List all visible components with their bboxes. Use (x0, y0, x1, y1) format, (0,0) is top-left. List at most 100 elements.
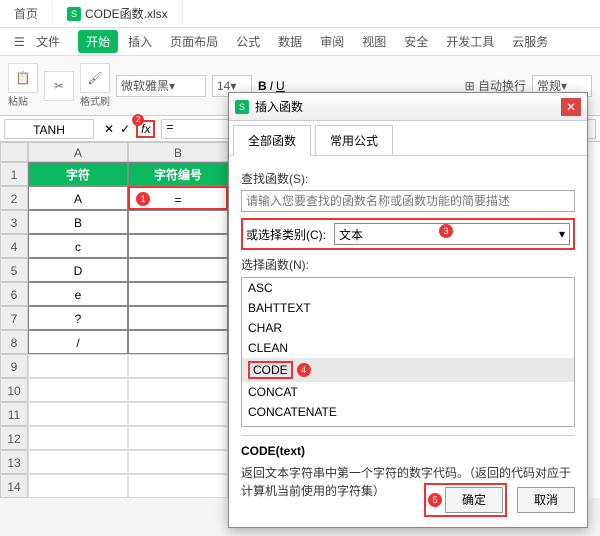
menu-formula[interactable]: 公式 (228, 30, 268, 53)
menu-file[interactable]: ☰ 文件 (6, 30, 76, 53)
row-header[interactable]: 13 (0, 450, 28, 474)
function-item[interactable]: BAHTTEXT (242, 298, 574, 318)
row-header[interactable]: 10 (0, 378, 28, 402)
accept-formula-icon[interactable]: ✓ (120, 122, 130, 136)
row-header[interactable]: 6 (0, 282, 28, 306)
menu-layout[interactable]: 页面布局 (162, 30, 226, 53)
cell[interactable] (28, 378, 128, 402)
row-header[interactable]: 12 (0, 426, 28, 450)
tab-all-functions[interactable]: 全部函数 (233, 125, 311, 156)
cancel-button[interactable]: 取消 (517, 487, 575, 513)
row-header[interactable]: 3 (0, 210, 28, 234)
function-item[interactable]: CODE4 (242, 358, 574, 382)
insert-function-button[interactable]: 2 fx (136, 120, 155, 138)
function-list-label: 选择函数(N): (241, 256, 575, 273)
cell[interactable] (128, 474, 228, 498)
underline-button[interactable]: U (276, 79, 285, 93)
bold-button[interactable]: B (258, 79, 267, 93)
cell[interactable] (128, 450, 228, 474)
fmt-label: 格式刷 (80, 93, 110, 108)
function-signature: CODE(text) (241, 444, 305, 458)
col-header[interactable]: A (28, 142, 128, 162)
menu-start[interactable]: 开始 (78, 30, 118, 53)
col-header[interactable]: B (128, 142, 228, 162)
row-header[interactable]: 9 (0, 354, 28, 378)
tab-document[interactable]: S CODE函数.xlsx (53, 1, 183, 26)
menu-data[interactable]: 数据 (270, 30, 310, 53)
paste-label: 粘贴 (8, 93, 38, 108)
cell[interactable]: c (28, 234, 128, 258)
spreadsheet-icon: S (235, 100, 249, 114)
row-header[interactable]: 1 (0, 162, 28, 186)
function-item[interactable]: CONCAT (242, 382, 574, 402)
row-header[interactable]: 2 (0, 186, 28, 210)
doc-name: CODE函数.xlsx (85, 5, 168, 22)
menu-dev[interactable]: 开发工具 (438, 30, 502, 53)
function-item[interactable]: CHAR (242, 318, 574, 338)
marker-1: 1 (136, 192, 150, 206)
search-label: 查找函数(S): (241, 170, 575, 187)
cell[interactable] (128, 210, 228, 234)
cell[interactable]: B (28, 210, 128, 234)
cell[interactable] (128, 354, 228, 378)
ok-button[interactable]: 确定 (445, 487, 503, 513)
row-header[interactable]: 14 (0, 474, 28, 498)
cell[interactable] (128, 402, 228, 426)
menu-cloud[interactable]: 云服务 (504, 30, 556, 53)
function-item[interactable]: DOLLAR (242, 422, 574, 427)
menu-security[interactable]: 安全 (396, 30, 436, 53)
cell[interactable] (28, 450, 128, 474)
marker-5: 5 (428, 493, 442, 507)
close-icon[interactable]: ✕ (561, 98, 581, 116)
menu-insert[interactable]: 插入 (120, 30, 160, 53)
cell[interactable] (128, 426, 228, 450)
cell[interactable] (128, 258, 228, 282)
row-header[interactable]: 8 (0, 330, 28, 354)
name-box[interactable]: TANH (4, 119, 94, 139)
cell[interactable] (128, 330, 228, 354)
search-input[interactable] (241, 190, 575, 212)
cell[interactable]: D (28, 258, 128, 282)
row-header[interactable]: 7 (0, 306, 28, 330)
function-item[interactable]: ASC (242, 278, 574, 298)
category-label: 或选择类别(C): (246, 226, 326, 243)
chevron-down-icon: ▾ (559, 227, 565, 241)
menu-view[interactable]: 视图 (354, 30, 394, 53)
cut-button[interactable]: ✂ (44, 71, 74, 101)
paste-button[interactable]: 📋 (8, 63, 38, 93)
dialog-title: 插入函数 (255, 98, 303, 115)
tab-common-formulas[interactable]: 常用公式 (315, 125, 393, 156)
insert-function-dialog: S 插入函数 ✕ 全部函数 常用公式 查找函数(S): 或选择类别(C): 文本… (228, 92, 588, 528)
cell[interactable] (28, 474, 128, 498)
marker-4: 4 (297, 363, 311, 377)
cancel-formula-icon[interactable]: ✕ (104, 122, 114, 136)
cell[interactable] (128, 234, 228, 258)
font-combo[interactable]: 微软雅黑 ▾ (116, 75, 206, 97)
marker-2: 2 (132, 114, 144, 126)
italic-button[interactable]: I (270, 79, 273, 93)
cell[interactable] (28, 402, 128, 426)
cell[interactable]: 字符编号 (128, 162, 228, 186)
cell[interactable] (128, 306, 228, 330)
cell[interactable]: 1= (128, 186, 228, 210)
cell[interactable]: A (28, 186, 128, 210)
cell[interactable]: / (28, 330, 128, 354)
function-item[interactable]: CONCATENATE (242, 402, 574, 422)
cell[interactable] (128, 378, 228, 402)
cell[interactable] (28, 426, 128, 450)
tab-home[interactable]: 首页 (0, 1, 53, 26)
menu-review[interactable]: 审阅 (312, 30, 352, 53)
cell[interactable]: 字符 (28, 162, 128, 186)
cell[interactable]: ? (28, 306, 128, 330)
row-header[interactable]: 5 (0, 258, 28, 282)
function-item[interactable]: CLEAN (242, 338, 574, 358)
cell[interactable] (28, 354, 128, 378)
function-list[interactable]: ASCBAHTTEXTCHARCLEANCODE4CONCATCONCATENA… (241, 277, 575, 427)
format-painter-button[interactable]: 🖌 (80, 63, 110, 93)
cell[interactable] (128, 282, 228, 306)
spreadsheet-icon: S (67, 7, 81, 21)
select-all-corner[interactable] (0, 142, 28, 162)
cell[interactable]: e (28, 282, 128, 306)
row-header[interactable]: 11 (0, 402, 28, 426)
row-header[interactable]: 4 (0, 234, 28, 258)
